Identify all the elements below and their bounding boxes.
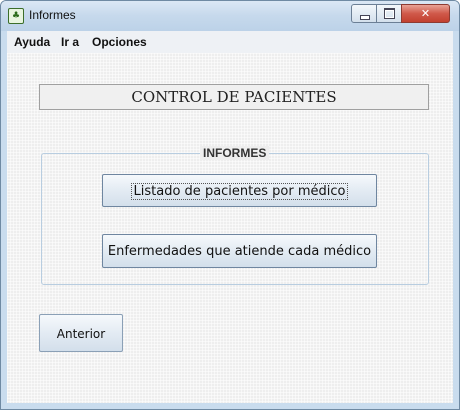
maximize-button[interactable]	[376, 4, 402, 23]
app-window: ♣ Informes ✕ Ayuda Ir a Opciones CONTROL…	[0, 0, 460, 410]
app-icon: ♣	[8, 8, 24, 24]
enfermedades-medico-label: Enfermedades que atiende cada médico	[107, 244, 372, 259]
close-button[interactable]: ✕	[401, 4, 450, 23]
minimize-button[interactable]	[351, 4, 377, 23]
window-title: Informes	[29, 8, 76, 22]
group-title: INFORMES	[200, 146, 270, 160]
menu-ir-a[interactable]: Ir a	[61, 35, 79, 49]
menu-ayuda[interactable]: Ayuda	[14, 35, 50, 49]
listado-pacientes-label: Listado de pacientes por médico	[130, 183, 349, 200]
page-title: CONTROL DE PACIENTES	[39, 84, 429, 110]
close-icon: ✕	[420, 7, 431, 20]
anterior-button[interactable]: Anterior	[39, 314, 123, 352]
informes-group: INFORMES Listado de pacientes por médico…	[41, 146, 429, 285]
anterior-label: Anterior	[56, 327, 106, 341]
content-panel: CONTROL DE PACIENTES INFORMES Listado de…	[7, 53, 453, 403]
listado-pacientes-button[interactable]: Listado de pacientes por médico	[102, 174, 377, 207]
title-bar[interactable]: ♣ Informes ✕	[1, 1, 459, 31]
maximize-icon	[384, 8, 395, 19]
minimize-icon	[360, 15, 370, 20]
menu-opciones[interactable]: Opciones	[92, 35, 147, 49]
menu-bar: Ayuda Ir a Opciones	[7, 31, 453, 53]
enfermedades-medico-button[interactable]: Enfermedades que atiende cada médico	[102, 234, 377, 268]
